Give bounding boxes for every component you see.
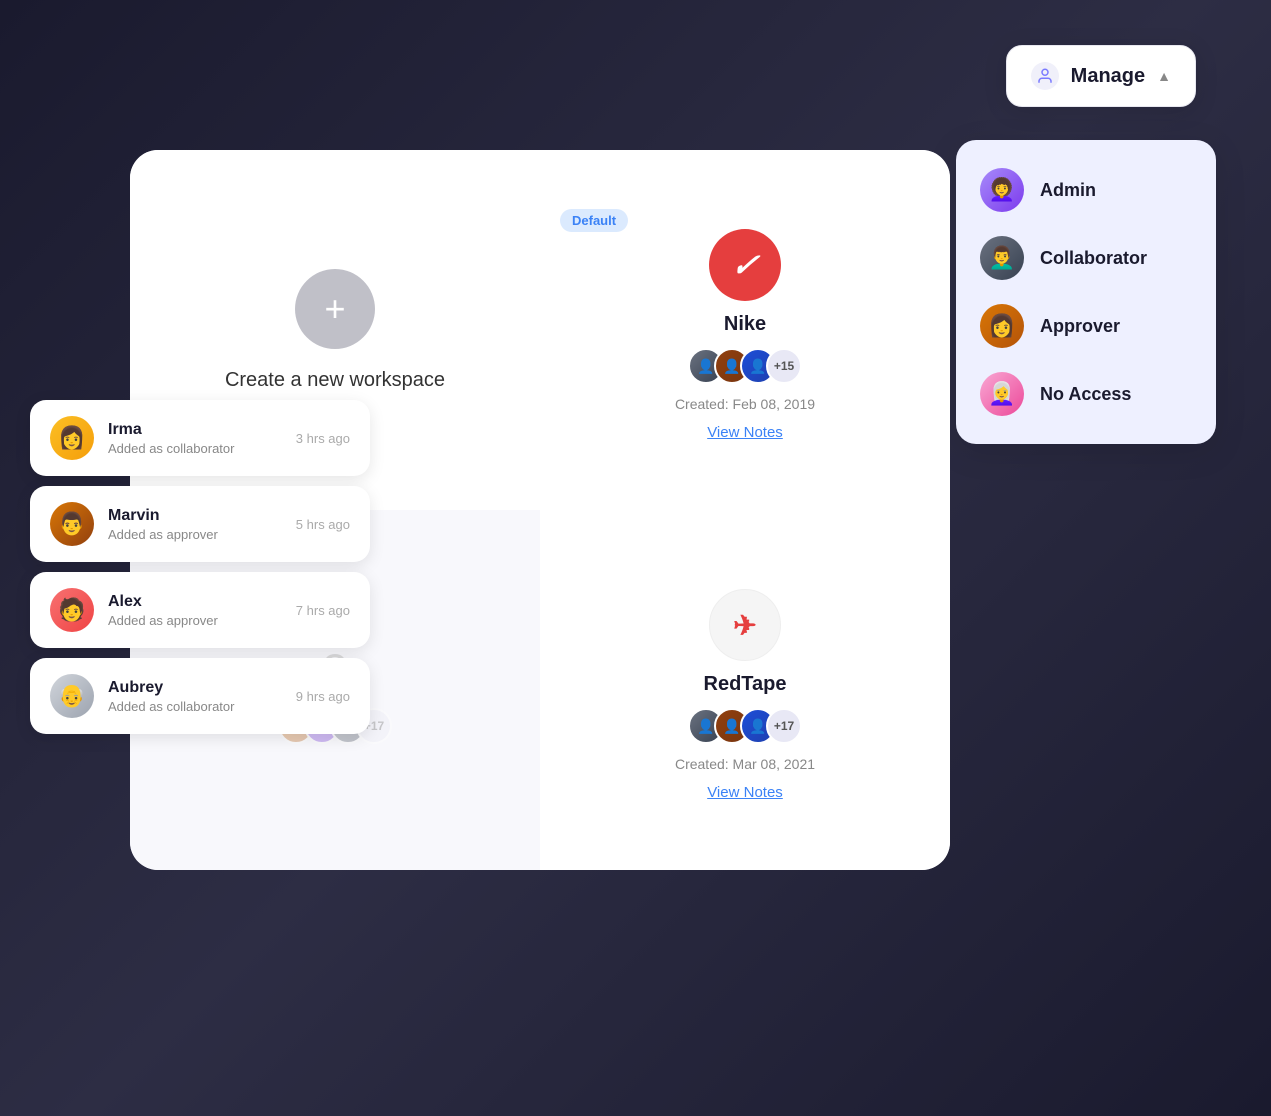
aubrey-name: Aubrey	[108, 679, 282, 697]
aubrey-desc: Added as collaborator	[108, 699, 282, 714]
manage-icon	[1031, 62, 1059, 90]
irma-desc: Added as collaborator	[108, 441, 282, 456]
activity-item-irma: 👩 Irma Added as collaborator 3 hrs ago	[30, 400, 370, 476]
alex-info: Alex Added as approver	[108, 593, 282, 628]
no-access-role-label: No Access	[1040, 384, 1131, 405]
plus-icon: +	[324, 288, 345, 330]
redtape-view-notes-link[interactable]: View Notes	[707, 784, 783, 801]
redtape-member-count: +17	[766, 708, 802, 744]
aubrey-info: Aubrey Added as collaborator	[108, 679, 282, 714]
nike-member-avatars: 👤 👤 👤 +15	[688, 348, 802, 384]
nike-workspace-card: Default ✓ Nike 👤 👤 👤 +15 Created: Feb 08…	[540, 189, 950, 471]
approver-avatar: 👩	[980, 304, 1024, 348]
alex-desc: Added as approver	[108, 613, 282, 628]
admin-role-label: Admin	[1040, 180, 1096, 201]
alex-time: 7 hrs ago	[296, 603, 350, 618]
marvin-name: Marvin	[108, 507, 282, 525]
alex-name: Alex	[108, 593, 282, 611]
add-workspace-button[interactable]: +	[295, 269, 375, 349]
irma-time: 3 hrs ago	[296, 431, 350, 446]
no-access-avatar: 👩‍🦳	[980, 372, 1024, 416]
manage-chevron-icon: ▲	[1157, 68, 1171, 84]
redtape-workspace-card: ✈ RedTape 👤 👤 👤 +17 Created: Mar 08, 202…	[540, 549, 950, 831]
create-workspace-label: Create a new workspace	[225, 369, 445, 392]
redtape-created-date: Created: Mar 08, 2021	[675, 756, 815, 772]
activity-panel: 👩 Irma Added as collaborator 3 hrs ago 👨…	[30, 400, 370, 734]
approver-role-label: Approver	[1040, 316, 1120, 337]
nike-created-date: Created: Feb 08, 2019	[675, 396, 815, 412]
activity-item-marvin: 👨 Marvin Added as approver 5 hrs ago	[30, 486, 370, 562]
marvin-info: Marvin Added as approver	[108, 507, 282, 542]
role-item-collaborator[interactable]: 👨‍🦱 Collaborator	[972, 224, 1200, 292]
redtape-member-avatars: 👤 👤 👤 +17	[688, 708, 802, 744]
redtape-logo: ✈	[709, 589, 781, 661]
manage-button[interactable]: Manage ▲	[1006, 45, 1196, 107]
nike-view-notes-link[interactable]: View Notes	[707, 424, 783, 441]
aubrey-time: 9 hrs ago	[296, 689, 350, 704]
role-item-approver[interactable]: 👩 Approver	[972, 292, 1200, 360]
collaborator-role-label: Collaborator	[1040, 248, 1147, 269]
aubrey-avatar: 👴	[50, 674, 94, 718]
alex-avatar: 🧑	[50, 588, 94, 632]
role-dropdown: 👩‍🦱 Admin 👨‍🦱 Collaborator 👩 Approver 👩‍…	[956, 140, 1216, 444]
nike-brand-name: Nike	[724, 313, 766, 336]
activity-item-alex: 🧑 Alex Added as approver 7 hrs ago	[30, 572, 370, 648]
marvin-avatar: 👨	[50, 502, 94, 546]
role-item-admin[interactable]: 👩‍🦱 Admin	[972, 156, 1200, 224]
admin-avatar: 👩‍🦱	[980, 168, 1024, 212]
irma-name: Irma	[108, 421, 282, 439]
irma-info: Irma Added as collaborator	[108, 421, 282, 456]
manage-label: Manage	[1071, 65, 1145, 88]
role-item-no-access[interactable]: 👩‍🦳 No Access	[972, 360, 1200, 428]
nike-workspace-cell: Default ✓ Nike 👤 👤 👤 +15 Created: Feb 08…	[540, 150, 950, 510]
marvin-desc: Added as approver	[108, 527, 282, 542]
activity-item-aubrey: 👴 Aubrey Added as collaborator 9 hrs ago	[30, 658, 370, 734]
collaborator-avatar: 👨‍🦱	[980, 236, 1024, 280]
redtape-workspace-cell: ✈ RedTape 👤 👤 👤 +17 Created: Mar 08, 202…	[540, 510, 950, 870]
nike-logo: ✓	[709, 229, 781, 301]
redtape-brand-name: RedTape	[704, 673, 787, 696]
irma-avatar: 👩	[50, 416, 94, 460]
scene: Manage ▲ 👩‍🦱 Admin 👨‍🦱 Collaborator 👩 Ap…	[0, 0, 1271, 1116]
marvin-time: 5 hrs ago	[296, 517, 350, 532]
nike-member-count: +15	[766, 348, 802, 384]
default-badge: Default	[560, 209, 628, 232]
